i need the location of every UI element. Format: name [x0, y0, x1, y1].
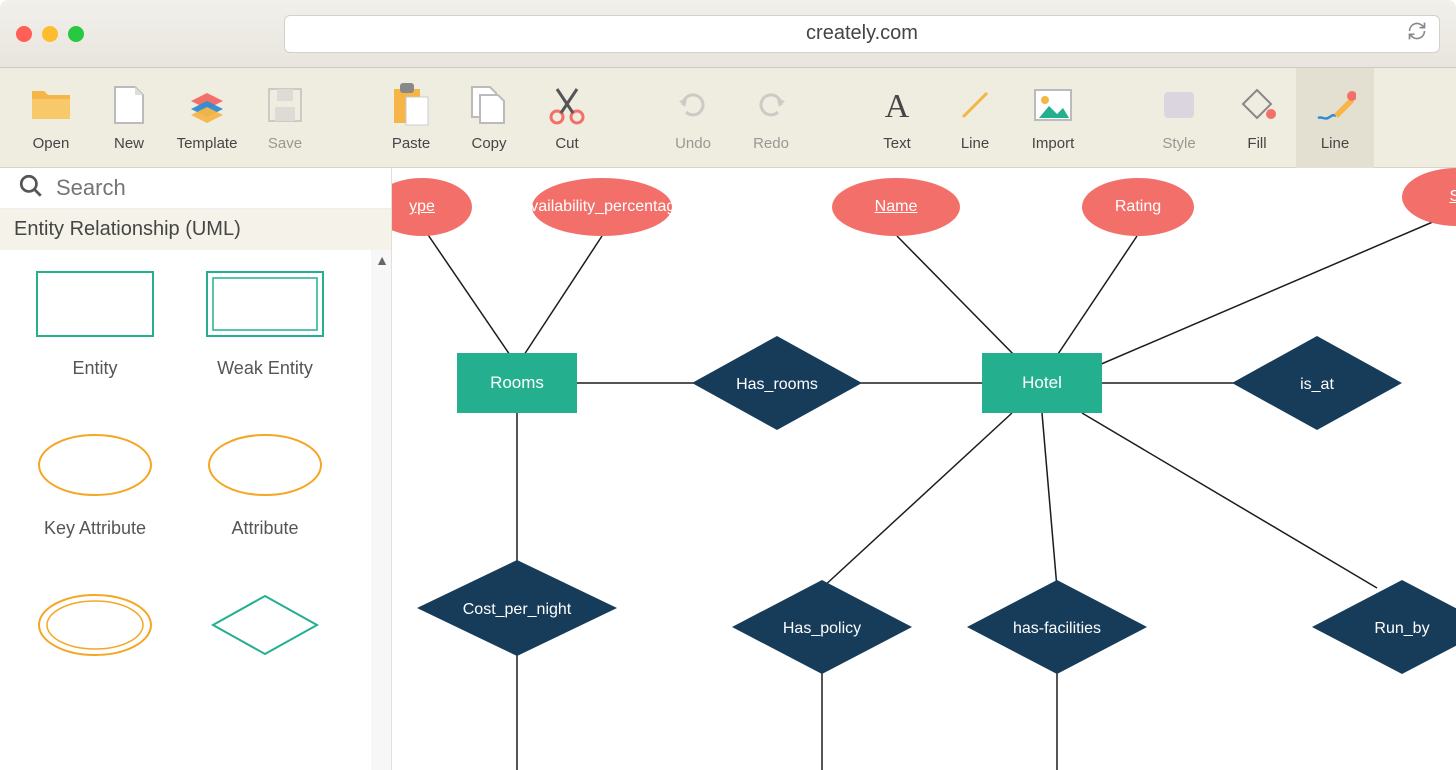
fill-icon — [1235, 83, 1279, 127]
import-button[interactable]: Import — [1014, 68, 1092, 168]
svg-text:A: A — [885, 88, 910, 123]
window-controls — [16, 26, 84, 42]
new-file-icon — [107, 83, 151, 127]
attribute-st[interactable]: St — [1402, 168, 1456, 226]
relationship-is-at[interactable]: is_at — [1232, 336, 1402, 430]
line-icon — [953, 83, 997, 127]
diagram-canvas[interactable]: ype Availability_percentage Name Rating … — [392, 168, 1456, 770]
browser-chrome: creately.com — [0, 0, 1456, 68]
paste-button[interactable]: Paste — [372, 68, 450, 168]
address-bar[interactable]: creately.com — [284, 15, 1440, 53]
redo-button[interactable]: Redo — [732, 68, 810, 168]
svg-text:is_at: is_at — [1300, 376, 1334, 393]
shapes-panel: Entity Relationship (UML) ▲ Entity Weak … — [0, 168, 392, 770]
undo-button[interactable]: Undo — [654, 68, 732, 168]
search-icon — [18, 173, 44, 204]
line-style-button[interactable]: Line — [1296, 68, 1374, 168]
shape-search — [0, 168, 391, 209]
copy-icon — [467, 83, 511, 127]
folder-icon — [29, 83, 73, 127]
relationship-has-facilities[interactable]: has-facilities — [967, 580, 1147, 674]
line-button[interactable]: Line — [936, 68, 1014, 168]
fill-button[interactable]: Fill — [1218, 68, 1296, 168]
cut-button[interactable]: Cut — [528, 68, 606, 168]
save-icon — [263, 83, 307, 127]
relationship-has-rooms[interactable]: Has_rooms — [692, 336, 862, 430]
new-button[interactable]: New — [90, 68, 168, 168]
scissors-icon — [545, 83, 589, 127]
svg-text:has-facilities: has-facilities — [1013, 620, 1101, 637]
attribute-name[interactable]: Name — [832, 178, 960, 236]
paste-icon — [389, 83, 433, 127]
shape-swatch-attribute[interactable]: Attribute — [180, 430, 350, 590]
shape-swatch-relationship[interactable] — [180, 590, 350, 750]
toolbar: Open New Template Save Paste Copy Cut — [0, 68, 1456, 168]
template-icon — [185, 83, 229, 127]
relationship-run-by[interactable]: Run_by — [1312, 580, 1456, 674]
close-window-button[interactable] — [16, 26, 32, 42]
attribute-type[interactable]: ype — [392, 178, 472, 236]
connector-lines — [392, 168, 1456, 770]
search-input[interactable] — [56, 175, 373, 201]
shape-swatch-key-attribute[interactable]: Key Attribute — [10, 430, 180, 590]
scroll-up-arrow[interactable]: ▲ — [375, 252, 389, 268]
open-button[interactable]: Open — [12, 68, 90, 168]
copy-button[interactable]: Copy — [450, 68, 528, 168]
scrollbar[interactable]: ▲ — [371, 250, 391, 770]
svg-text:Run_by: Run_by — [1374, 620, 1429, 637]
relationship-cost-per-night[interactable]: Cost_per_night — [417, 560, 617, 656]
shape-swatch-entity[interactable]: Entity — [10, 270, 180, 430]
svg-text:Has_policy: Has_policy — [783, 620, 861, 637]
minimize-window-button[interactable] — [42, 26, 58, 42]
attribute-rating[interactable]: Rating — [1082, 178, 1194, 236]
maximize-window-button[interactable] — [68, 26, 84, 42]
svg-text:Cost_per_night: Cost_per_night — [463, 601, 572, 618]
refresh-icon[interactable] — [1407, 21, 1427, 46]
text-icon: A — [875, 83, 919, 127]
undo-icon — [671, 83, 715, 127]
text-button[interactable]: A Text — [858, 68, 936, 168]
style-icon — [1157, 83, 1201, 127]
redo-icon — [749, 83, 793, 127]
template-button[interactable]: Template — [168, 68, 246, 168]
shape-swatch-weak-entity[interactable]: Weak Entity — [180, 270, 350, 430]
image-icon — [1031, 83, 1075, 127]
entity-hotel[interactable]: Hotel — [982, 353, 1102, 413]
shape-swatch-multi-attribute[interactable] — [10, 590, 180, 750]
shape-grid: ▲ Entity Weak Entity Key Attribute Attri… — [0, 250, 391, 770]
style-button[interactable]: Style — [1140, 68, 1218, 168]
svg-text:Has_rooms: Has_rooms — [736, 376, 818, 393]
url-text: creately.com — [806, 22, 918, 45]
pencil-icon — [1313, 83, 1357, 127]
relationship-has-policy[interactable]: Has_policy — [732, 580, 912, 674]
save-button[interactable]: Save — [246, 68, 324, 168]
attribute-availability[interactable]: Availability_percentage — [532, 178, 672, 236]
shape-category-header[interactable]: Entity Relationship (UML) — [0, 209, 391, 250]
entity-rooms[interactable]: Rooms — [457, 353, 577, 413]
